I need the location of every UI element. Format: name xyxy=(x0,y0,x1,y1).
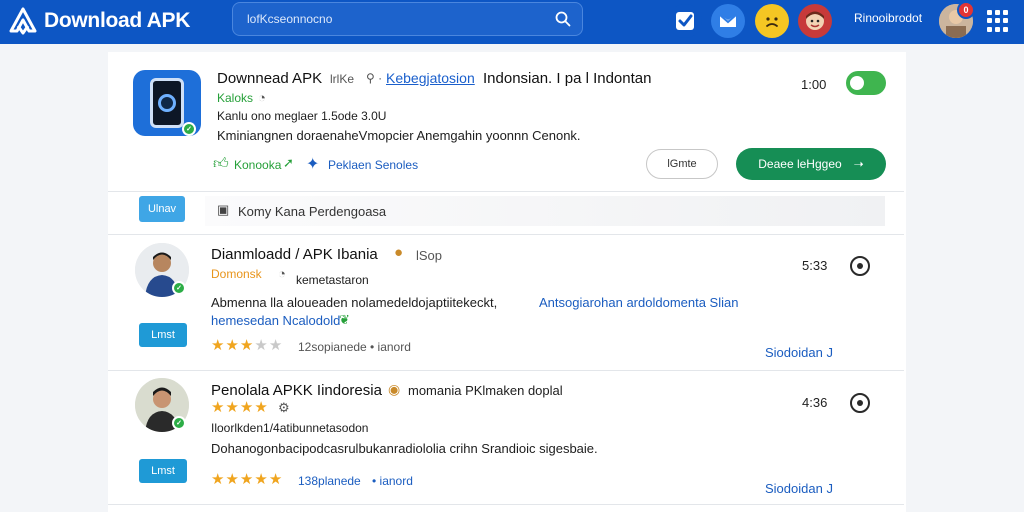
review-footer-link[interactable]: Siodoidan J xyxy=(765,481,833,496)
star-empty-icon: ★ xyxy=(254,337,268,354)
star-filled-icon: ★ xyxy=(239,337,254,354)
review-body: Dohanogonbacipodcasrulbukanradiololia cr… xyxy=(211,441,598,456)
review-title-tail: momania PKlmaken doplal xyxy=(408,383,563,398)
leaf-icon: ❦ xyxy=(339,312,350,327)
puzzle-icon: ✦ xyxy=(306,156,320,173)
rating-sep: • ianord xyxy=(370,340,411,354)
document-icon: ▣ xyxy=(217,202,230,217)
star-filled-icon: ★ xyxy=(254,399,268,416)
badge-icon: ◉ xyxy=(388,381,401,397)
star-rating: ★ ★ ★ ★ ★ xyxy=(211,338,282,353)
primary-button-label: Deaee leHggeo xyxy=(758,157,842,171)
profile-button[interactable] xyxy=(798,4,832,38)
star-filled-icon: ★ xyxy=(268,471,283,488)
divider xyxy=(108,504,904,505)
review-body-link[interactable]: Antsogiarohan ardoldomenta Slian xyxy=(539,295,738,310)
user-star-rating: ★ ★ ★ ★ xyxy=(211,400,268,415)
phone-camera-icon xyxy=(150,78,184,128)
developer-name[interactable]: Kaloks xyxy=(217,91,253,105)
emoji-button[interactable] xyxy=(755,4,789,38)
logo-icon xyxy=(8,6,38,36)
rating-sep: • ianord xyxy=(372,474,413,488)
arrow-icon: ➚ xyxy=(283,155,294,170)
tag-label-2[interactable]: Peklaen Senoles xyxy=(328,158,418,172)
star-rating: ★ ★ ★ ★ ★ xyxy=(211,472,282,487)
review-title: Penolala APKK Iindoresia xyxy=(211,382,382,399)
apps-grid-icon[interactable] xyxy=(987,10,1009,32)
star-filled-icon: ★ xyxy=(211,471,225,488)
verified-icon: ✓ xyxy=(172,281,186,295)
cookie-icon: ● xyxy=(394,244,404,261)
app-size-line: Kanlu ono meglaer 1.5ode 3.0U xyxy=(217,109,387,123)
search-icon[interactable] xyxy=(554,10,572,28)
status-toggle[interactable] xyxy=(846,71,886,95)
reply-badge[interactable]: Ulnav xyxy=(139,196,185,222)
star-filled-icon: ★ xyxy=(225,471,239,488)
app-title-tail: Indonsian. I pa l Indontan xyxy=(483,70,652,87)
face-avatar-icon xyxy=(806,11,824,30)
review-radio[interactable] xyxy=(850,393,870,413)
rating-text: 12sopianede xyxy=(298,340,367,354)
app-title-meta: lrlKe xyxy=(330,72,355,86)
app-time: 1:00 xyxy=(801,77,827,92)
user-name[interactable]: Rinooibrodot xyxy=(854,11,922,25)
site-logo[interactable]: Download APK xyxy=(8,6,190,36)
user-small-icon: ⚲ · xyxy=(366,71,383,85)
app-link[interactable]: Kebegjatosion xyxy=(386,70,475,86)
reviewer-username[interactable]: Domonsk xyxy=(211,267,262,281)
link-icon: ◔ xyxy=(278,266,286,281)
divider xyxy=(108,191,904,192)
notification-badge[interactable]: 0 xyxy=(957,1,975,19)
review-radio[interactable] xyxy=(850,256,870,276)
secondary-button[interactable]: lGmte xyxy=(646,149,718,179)
star-filled-icon: ★ xyxy=(239,471,254,488)
message-icon xyxy=(719,14,737,27)
review-tag-button[interactable]: Lmst xyxy=(139,459,187,483)
star-filled-icon: ★ xyxy=(254,471,268,488)
thumbs-up-icon: 👍︎ xyxy=(213,155,229,172)
logo-text: Download APK xyxy=(44,9,191,32)
divider xyxy=(108,370,904,371)
check-button[interactable] xyxy=(668,4,702,38)
star-filled-icon: ★ xyxy=(239,399,254,416)
review-title-tail: lSop xyxy=(416,248,443,263)
review-footer-link[interactable]: Siodoidan J xyxy=(765,345,833,360)
review-time: 5:33 xyxy=(802,258,828,273)
verified-icon: ✓ xyxy=(172,416,186,430)
review-tag-button[interactable]: Lmst xyxy=(139,323,187,347)
star-filled-icon: ★ xyxy=(211,337,225,354)
star-empty-icon: ★ xyxy=(268,337,283,354)
primary-button[interactable]: Deaee leHggeo ➝ xyxy=(736,148,886,180)
sad-face-icon xyxy=(766,17,778,27)
search-input[interactable] xyxy=(247,12,554,26)
tag-label-1[interactable]: Konooka xyxy=(234,158,281,172)
review-sub: kemetastaron xyxy=(296,273,369,287)
info-icon: ◔ xyxy=(258,90,266,105)
rating-text: 138planede xyxy=(298,474,361,488)
review-body-2: hemesedan Ncalodold xyxy=(211,313,341,328)
review-sub: Iloorlkden1/4atibunnetasodon xyxy=(211,421,369,435)
check-icon xyxy=(676,12,694,30)
divider xyxy=(108,234,904,235)
verified-icon: ✓ xyxy=(182,122,196,136)
star-filled-icon: ★ xyxy=(225,337,239,354)
app-description: Kminiangnen doraenaheVmopcier Anemgahin … xyxy=(217,128,581,143)
star-filled-icon: ★ xyxy=(211,399,225,416)
search-bar[interactable] xyxy=(232,2,583,36)
app-title: Downnead APK xyxy=(217,70,323,87)
review-time: 4:36 xyxy=(802,395,828,410)
reply-bar-text[interactable]: Komy Kana Perdengoasa xyxy=(238,204,386,219)
review-body: Abmenna lla aloueaden nolamedeldojaptiit… xyxy=(211,295,498,310)
star-filled-icon: ★ xyxy=(225,399,239,416)
review-title: Dianmloadd / APK Ibania xyxy=(211,246,378,263)
messages-button[interactable] xyxy=(711,4,745,38)
arrow-right-icon: ➝ xyxy=(853,157,864,171)
link-icon: ⚙ xyxy=(278,400,290,415)
